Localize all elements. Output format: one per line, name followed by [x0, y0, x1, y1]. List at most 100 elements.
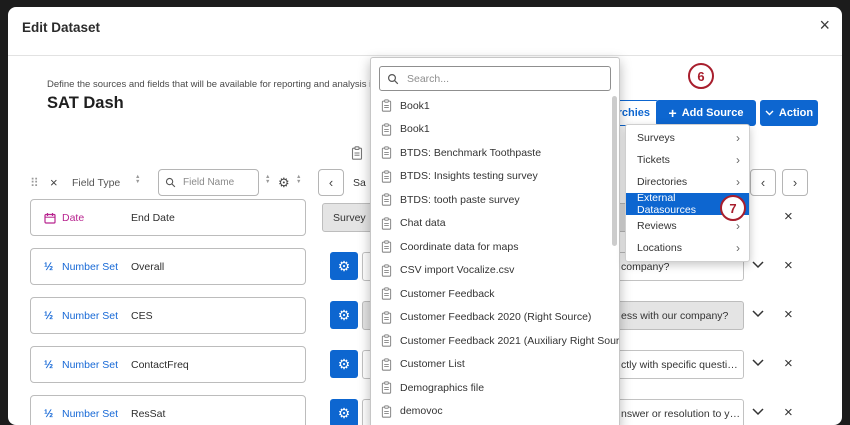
field-settings-button[interactable] [330, 301, 358, 329]
document-icon [381, 217, 392, 230]
dataset-name: SAT Dash [47, 94, 124, 113]
source-list-item-label: BTDS: tooth paste survey [400, 194, 520, 206]
sort-icon[interactable] [265, 175, 270, 184]
field-settings-button[interactable] [330, 350, 358, 378]
field-type-box[interactable]: ½ Number Set ResSat [30, 395, 306, 425]
field-type-box[interactable]: ½ Number Set CES [30, 297, 306, 334]
search-icon [387, 73, 399, 85]
document-icon [381, 311, 392, 324]
scrollbar[interactable] [612, 96, 617, 246]
remove-field-icon[interactable] [784, 353, 793, 374]
add-source-menu-item[interactable]: Locations [626, 237, 749, 259]
source-list-item-label: BTDS: Insights testing survey [400, 170, 538, 182]
document-icon [381, 405, 392, 418]
prev-source-button[interactable]: ‹ [318, 169, 344, 196]
field-name-label: ResSat [131, 408, 165, 420]
sort-icon[interactable] [135, 175, 140, 184]
source-list-item[interactable]: demovoc [371, 400, 619, 424]
field-settings-button[interactable] [330, 399, 358, 425]
menu-item-label: Tickets [637, 154, 670, 166]
sort-icon[interactable] [296, 175, 301, 184]
number-set-icon: ½ [44, 408, 53, 420]
chevron-down-icon[interactable] [752, 359, 764, 367]
field-mapping-text: nswer or resolution to your qu... [621, 408, 743, 420]
source-list-item[interactable]: Coordinate data for maps [371, 235, 619, 259]
source-list-item[interactable]: BTDS: tooth paste survey [371, 188, 619, 212]
survey-document-icon [351, 146, 363, 160]
source-list-item[interactable]: Customer Feedback 2021 (Auxiliary Right … [371, 329, 619, 353]
fields-prev-button[interactable]: ‹ [750, 169, 776, 196]
annotation-circle-7: 7 [720, 195, 746, 221]
source-search-box[interactable] [379, 66, 611, 91]
number-set-icon: ½ [44, 359, 53, 371]
chevron-down-icon[interactable] [752, 408, 764, 416]
source-list-item-label: Customer Feedback [400, 288, 495, 300]
add-source-menu-item[interactable]: Surveys [626, 127, 749, 149]
source-list-item[interactable]: Chat data [371, 212, 619, 236]
add-source-button[interactable]: + Add Source [656, 100, 756, 126]
field-type-box[interactable]: ½ Number Set ContactFreq [30, 346, 306, 383]
remove-field-icon[interactable] [784, 255, 793, 276]
add-source-label: Add Source [682, 107, 744, 119]
source-list-item-label: Demographics file [400, 382, 484, 394]
add-source-menu-item[interactable]: Directories [626, 171, 749, 193]
source-list-item[interactable]: Demographics file [371, 376, 619, 400]
chevron-down-icon [765, 110, 774, 116]
source-search-panel: Book1 Book1 BTDS: Benchmark Toothpaste [370, 57, 620, 425]
source-list-item[interactable]: Customer Feedback [371, 282, 619, 306]
document-icon [381, 193, 392, 206]
source-list-item[interactable]: Customer Feedback 2020 (Right Source) [371, 306, 619, 330]
source-search-input[interactable] [405, 72, 603, 86]
field-type-box[interactable]: ½ Date End Date [30, 199, 306, 236]
field-mapping-text: Survey [333, 212, 366, 224]
action-button[interactable]: Action [760, 100, 818, 126]
document-icon [381, 287, 392, 300]
modal-description: Define the sources and fields that will … [47, 79, 377, 90]
source-list-item[interactable]: BTDS: Benchmark Toothpaste [371, 141, 619, 165]
document-icon [381, 334, 392, 347]
remove-column-icon[interactable]: × [50, 169, 58, 196]
field-mapping-text: ess with our company? [621, 310, 728, 322]
add-source-menu-item[interactable]: Tickets [626, 149, 749, 171]
modal-title: Edit Dataset [22, 20, 100, 35]
remove-field-icon[interactable] [784, 206, 793, 227]
source-list-item-label: demovoc [400, 405, 443, 417]
menu-item-label: Locations [637, 242, 682, 254]
field-name-input[interactable] [181, 176, 253, 189]
field-type-box[interactable]: ½ Number Set Overall [30, 248, 306, 285]
field-name-search[interactable] [158, 169, 259, 196]
fields-next-button[interactable]: › [782, 169, 808, 196]
source-list-item[interactable]: CSV import Vocalize.csv [371, 259, 619, 283]
remove-field-icon[interactable] [784, 304, 793, 325]
source-list-item-label: BTDS: Benchmark Toothpaste [400, 147, 541, 159]
source-list-item[interactable]: Book1 [371, 94, 619, 118]
field-type-label: Number Set [62, 359, 118, 371]
remove-field-icon[interactable] [784, 402, 793, 423]
source-list-item-label: Book1 [400, 123, 430, 135]
source-list-item[interactable]: BTDS: Insights testing survey [371, 165, 619, 189]
document-icon [381, 123, 392, 136]
field-type-label: Number Set [62, 408, 118, 420]
field-mapping-text: ctly with specific questions or... [621, 359, 743, 371]
document-icon [381, 358, 392, 371]
add-source-menu: Surveys Tickets Directories External Dat… [625, 124, 750, 262]
source-list-item-label: CSV import Vocalize.csv [400, 264, 514, 276]
close-icon[interactable]: × [819, 16, 830, 34]
field-type-label: Number Set [62, 261, 118, 273]
field-settings-button[interactable] [330, 252, 358, 280]
chevron-down-icon[interactable] [752, 310, 764, 318]
source-list-item[interactable]: Book1 [371, 118, 619, 142]
calendar-icon [44, 212, 56, 224]
source-list-item-label: Customer Feedback 2021 (Auxiliary Right … [400, 335, 619, 347]
document-icon [381, 264, 392, 277]
field-type-label: Number Set [62, 310, 118, 322]
document-icon [381, 240, 392, 253]
chevron-down-icon[interactable] [752, 261, 764, 269]
drag-handle-icon[interactable]: ⠿ [30, 169, 39, 196]
field-type-header: Field Type [72, 169, 120, 196]
action-label: Action [779, 107, 813, 119]
source-list-item[interactable]: Customer List [371, 353, 619, 377]
selected-source-partial-label: Sa [353, 169, 366, 196]
document-icon [381, 381, 392, 394]
gear-icon[interactable]: ⚙ [278, 169, 290, 196]
